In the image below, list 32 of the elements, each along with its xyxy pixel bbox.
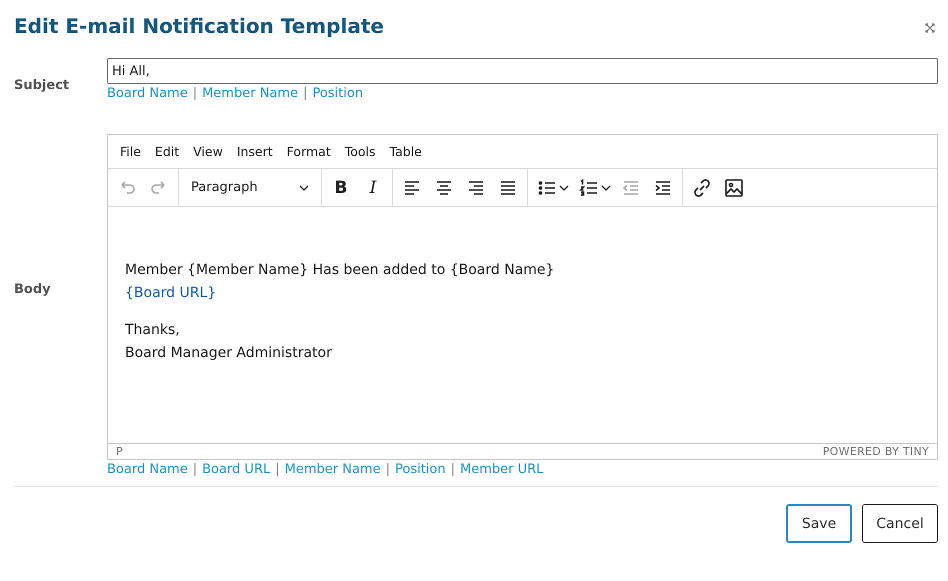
branding-text: POWERED BY TINY [822,445,929,458]
separator: | [192,86,198,101]
caret-icon [559,184,569,190]
italic-button[interactable]: I [358,174,388,202]
menu-item[interactable]: Edit [148,141,186,162]
element-path: P [116,445,123,458]
dialog-title: Edit E-mail Notification Template [14,14,384,40]
separator: | [450,462,455,477]
menu-item[interactable]: Insert [230,141,279,162]
caret-icon [601,184,611,190]
bold-button[interactable]: B [326,174,356,202]
field-label: Body [14,282,52,296]
subject-field[interactable]: Hi All, [107,58,938,84]
body-text: Board Manager Administrator [125,344,332,363]
close-icon[interactable] [924,22,936,34]
menu-item[interactable]: Tools [338,141,382,162]
menu-item[interactable]: Table [384,141,428,162]
menu-item[interactable]: File [114,141,147,162]
save-button[interactable]: Save [786,504,852,543]
separator: | [192,462,198,477]
caret-icon [299,184,309,190]
menu-item[interactable]: Format [280,141,337,162]
block-format-dropdown[interactable]: Paragraph [183,174,317,202]
menu-item[interactable]: View [187,141,229,162]
body-text: Member {Member Name} Has been added to {Board Name} [125,261,554,280]
body-link[interactable]: {Board URL} [125,282,216,305]
body-text: Thanks, [125,321,180,340]
field-label: Subject [14,77,70,93]
cancel-button[interactable]: Cancel [862,504,938,543]
separator: | [386,462,390,477]
separator: | [275,462,280,477]
separator: | [303,86,308,101]
